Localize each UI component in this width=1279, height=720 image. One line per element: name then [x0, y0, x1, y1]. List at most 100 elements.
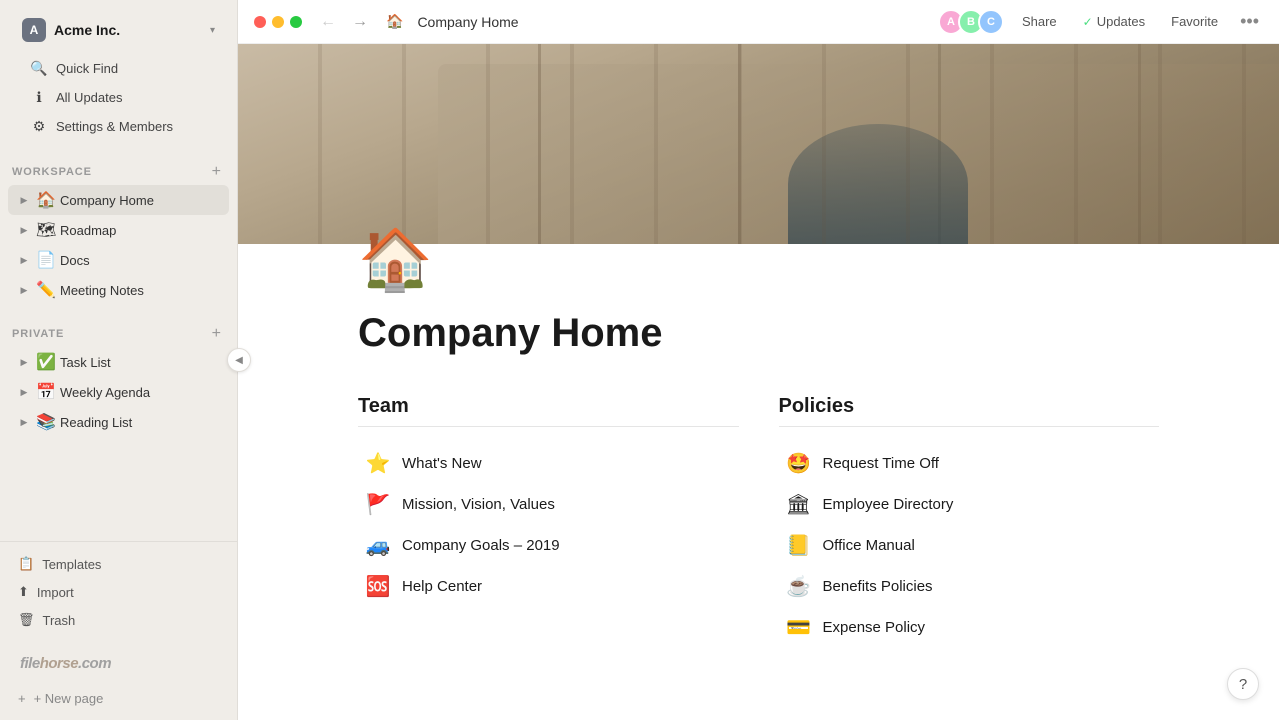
- traffic-lights: [254, 16, 302, 28]
- add-private-item-button[interactable]: +: [208, 325, 225, 343]
- link-expense-policy[interactable]: 💳 Expense Policy: [779, 607, 1160, 648]
- request-time-off-label: Request Time Off: [823, 455, 939, 472]
- help-icon: ?: [1239, 676, 1247, 693]
- tree-item-reading-list[interactable]: ▶ 📚 Reading List: [8, 407, 229, 437]
- workspace-icon: A: [22, 18, 46, 42]
- link-benefits-policies[interactable]: ☕ Benefits Policies: [779, 566, 1160, 607]
- car-icon: 🚙: [364, 533, 392, 558]
- settings-item[interactable]: ⚙ Settings & Members: [20, 112, 217, 141]
- sidebar-collapse-button[interactable]: ◀: [227, 348, 251, 372]
- tree-item-roadmap[interactable]: ▶ 🗺 Roadmap: [8, 215, 229, 245]
- titlebar: ← → 🏠 Company Home A B C Share ✓ Updates…: [238, 0, 1279, 44]
- sidebar: A Acme Inc. ▾ 🔍 Quick Find ℹ All Updates…: [0, 0, 238, 720]
- page-body: 🏠 Company Home Team ⭐ What's New 🚩 Missi…: [238, 214, 1279, 708]
- settings-label: Settings & Members: [56, 119, 173, 134]
- private-tree: ▶ ✅ Task List ▶ 📅 Weekly Agenda ▶ 📚 Read…: [0, 347, 237, 437]
- updates-label: Updates: [1097, 14, 1145, 29]
- reading-list-label: Reading List: [60, 415, 221, 430]
- share-label: Share: [1022, 14, 1057, 29]
- import-item[interactable]: ⬆ Import: [8, 578, 229, 606]
- link-whats-new[interactable]: ⭐ What's New: [358, 443, 739, 484]
- help-center-label: Help Center: [402, 578, 482, 595]
- sos-icon: 🆘: [364, 574, 392, 599]
- tree-item-company-home[interactable]: ▶ 🏠 Company Home ••• +: [8, 185, 229, 215]
- maximize-button[interactable]: [290, 16, 302, 28]
- link-office-manual[interactable]: 📒 Office Manual: [779, 525, 1160, 566]
- main-content: ← → 🏠 Company Home A B C Share ✓ Updates…: [238, 0, 1279, 720]
- private-section-label: PRIVATE: [12, 328, 64, 340]
- workspace-header[interactable]: A Acme Inc. ▾: [12, 10, 225, 50]
- policies-column-title: Policies: [779, 395, 1160, 427]
- trash-item[interactable]: 🗑 Trash: [8, 606, 229, 634]
- link-mission[interactable]: 🚩 Mission, Vision, Values: [358, 484, 739, 525]
- collapse-icon: ◀: [235, 355, 243, 366]
- close-button[interactable]: [254, 16, 266, 28]
- policies-links: 🤩 Request Time Off 🏛 Employee Directory …: [779, 443, 1160, 648]
- forward-button[interactable]: →: [346, 9, 374, 35]
- import-label: Import: [37, 585, 74, 600]
- link-employee-directory[interactable]: 🏛 Employee Directory: [779, 484, 1160, 525]
- tree-arrow-icon: ▶: [16, 282, 32, 298]
- card-icon: 💳: [785, 615, 813, 640]
- building-icon: 🏛: [785, 492, 813, 517]
- weekly-agenda-icon: 📅: [36, 382, 56, 402]
- tree-item-meeting-notes[interactable]: ▶ ✏️ Meeting Notes: [8, 275, 229, 305]
- templates-icon: 📋: [18, 556, 34, 572]
- docs-icon: 📄: [36, 250, 56, 270]
- check-icon: ✓: [1083, 15, 1093, 29]
- flag-icon: 🚩: [364, 492, 392, 517]
- back-button[interactable]: ←: [314, 9, 342, 35]
- favorite-button[interactable]: Favorite: [1163, 10, 1226, 33]
- link-help-center[interactable]: 🆘 Help Center: [358, 566, 739, 607]
- templates-item[interactable]: 📋 Templates: [8, 550, 229, 578]
- star-icon: ⭐: [364, 451, 392, 476]
- avatar-group: A B C: [938, 9, 1004, 35]
- team-links: ⭐ What's New 🚩 Mission, Vision, Values 🚙…: [358, 443, 739, 607]
- reading-list-icon: 📚: [36, 412, 56, 432]
- add-workspace-item-button[interactable]: +: [208, 163, 225, 181]
- all-updates-item[interactable]: ℹ All Updates: [20, 83, 217, 112]
- company-home-icon: 🏠: [36, 190, 56, 210]
- titlebar-page-title: Company Home: [417, 14, 926, 30]
- tree-item-add-button[interactable]: +: [210, 191, 223, 209]
- titlebar-right: A B C Share ✓ Updates Favorite •••: [938, 7, 1263, 36]
- minimize-button[interactable]: [272, 16, 284, 28]
- docs-label: Docs: [60, 253, 221, 268]
- link-request-time-off[interactable]: 🤩 Request Time Off: [779, 443, 1160, 484]
- filehorse-logo: filehorse.com: [8, 644, 229, 681]
- private-section: PRIVATE +: [0, 313, 237, 347]
- more-options-button[interactable]: •••: [1236, 7, 1263, 36]
- tree-arrow-icon: ▶: [16, 222, 32, 238]
- tree-item-weekly-agenda[interactable]: ▶ 📅 Weekly Agenda: [8, 377, 229, 407]
- tree-arrow-icon: ▶: [16, 252, 32, 268]
- tree-item-docs[interactable]: ▶ 📄 Docs: [8, 245, 229, 275]
- roadmap-icon: 🗺: [36, 220, 56, 240]
- policies-column: Policies 🤩 Request Time Off 🏛 Employee D…: [779, 395, 1160, 648]
- task-list-label: Task List: [60, 355, 221, 370]
- tree-arrow-icon: ▶: [16, 354, 32, 370]
- employee-directory-label: Employee Directory: [823, 496, 954, 513]
- benefits-policies-label: Benefits Policies: [823, 578, 933, 595]
- workspace-section: WORKSPACE +: [0, 151, 237, 185]
- link-company-goals[interactable]: 🚙 Company Goals – 2019: [358, 525, 739, 566]
- workspace-section-label: WORKSPACE: [12, 166, 92, 178]
- gear-icon: ⚙: [30, 118, 48, 135]
- share-button[interactable]: Share: [1014, 10, 1065, 33]
- updates-button[interactable]: ✓ Updates: [1075, 10, 1153, 33]
- team-column: Team ⭐ What's New 🚩 Mission, Vision, Val…: [358, 395, 739, 648]
- quick-find-item[interactable]: 🔍 Quick Find: [20, 54, 217, 83]
- favorite-label: Favorite: [1171, 14, 1218, 29]
- weekly-agenda-label: Weekly Agenda: [60, 385, 221, 400]
- updates-icon: ℹ: [30, 89, 48, 106]
- all-updates-label: All Updates: [56, 90, 122, 105]
- new-page-button[interactable]: + + New page: [8, 685, 229, 712]
- tree-item-task-list[interactable]: ▶ ✅ Task List: [8, 347, 229, 377]
- new-page-label: + New page: [34, 691, 104, 706]
- trash-label: Trash: [43, 613, 76, 628]
- help-button[interactable]: ?: [1227, 668, 1259, 700]
- page-title: Company Home: [358, 311, 1159, 355]
- meeting-notes-label: Meeting Notes: [60, 283, 221, 298]
- company-goals-label: Company Goals – 2019: [402, 537, 560, 554]
- star-face-icon: 🤩: [785, 451, 813, 476]
- tree-item-options-button[interactable]: •••: [189, 191, 208, 209]
